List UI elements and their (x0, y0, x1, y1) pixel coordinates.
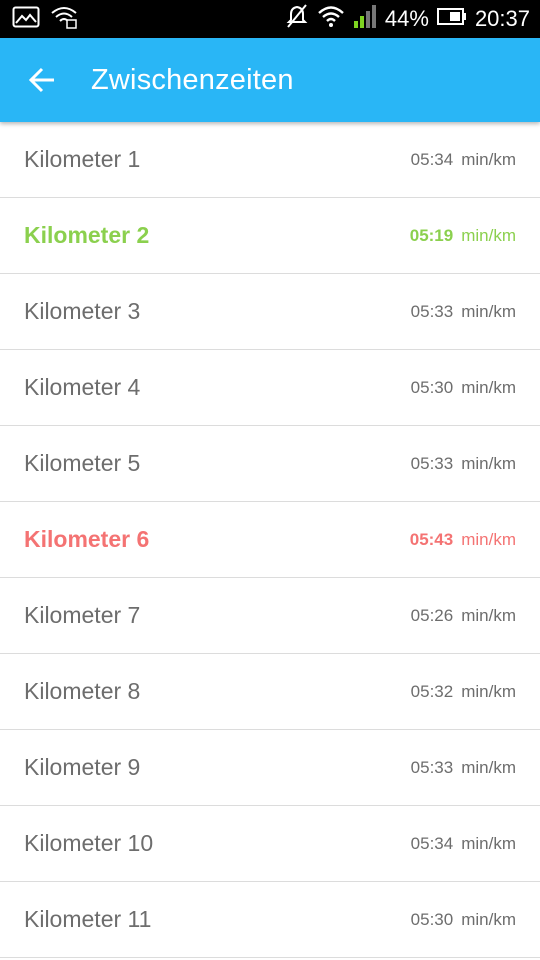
split-label: Kilometer 7 (24, 602, 141, 628)
split-time: 05:33 (410, 454, 454, 473)
split-pace: 05:30 min/km (411, 882, 516, 957)
split-row[interactable]: Kilometer 6 05:43 min/km (0, 502, 540, 578)
split-unit: min/km (461, 606, 516, 625)
status-right: 44% 20:37 (285, 0, 530, 38)
split-time: 05:32 (410, 682, 454, 701)
split-row[interactable]: Kilometer 4 05:30 min/km (0, 350, 540, 426)
split-pace: 05:19 min/km (410, 198, 516, 273)
split-pace: 05:34 min/km (411, 806, 516, 881)
split-label: Kilometer 10 (24, 830, 154, 856)
split-time: 05:33 (410, 758, 454, 777)
split-time: 05:43 (409, 530, 454, 549)
app-bar: Zwischenzeiten (0, 38, 540, 122)
split-time: 05:34 (410, 834, 454, 853)
split-unit: min/km (461, 302, 516, 321)
split-pace: 05:33 min/km (411, 730, 516, 805)
split-row[interactable]: Kilometer 3 05:33 min/km (0, 274, 540, 350)
split-time: 05:30 (410, 378, 454, 397)
status-left (12, 5, 78, 33)
split-pace: 05:33 min/km (411, 274, 516, 349)
split-row[interactable]: Kilometer 1 05:34 min/km (0, 122, 540, 198)
split-row[interactable]: Kilometer 5 05:33 min/km (0, 426, 540, 502)
status-bar: 44% 20:37 (0, 0, 540, 38)
split-label: Kilometer 6 (24, 526, 150, 552)
split-label: Kilometer 4 (24, 374, 141, 400)
split-unit: min/km (461, 530, 516, 549)
split-unit: min/km (461, 454, 516, 473)
split-label: Kilometer 1 (24, 146, 141, 172)
split-pace: 05:43 min/km (410, 502, 516, 577)
image-icon (12, 6, 40, 33)
split-label: Kilometer 8 (24, 678, 141, 704)
wifi-assist-icon (50, 5, 78, 34)
split-unit: min/km (461, 682, 516, 701)
battery-icon (436, 6, 467, 32)
wifi-icon (317, 4, 345, 34)
split-row[interactable]: Kilometer 2 05:19 min/km (0, 198, 540, 274)
split-label: Kilometer 3 (24, 298, 141, 324)
mute-icon (285, 3, 309, 35)
split-label: Kilometer 11 (24, 906, 152, 932)
split-pace: 05:34 min/km (411, 122, 516, 197)
split-pace: 05:30 min/km (411, 350, 516, 425)
signal-icon (353, 3, 377, 35)
split-row[interactable]: Kilometer 7 05:26 min/km (0, 578, 540, 654)
page-title: Zwischenzeiten (91, 64, 294, 96)
split-time: 05:19 (409, 226, 454, 245)
split-row[interactable]: Kilometer 8 05:32 min/km (0, 654, 540, 730)
split-time: 05:26 (410, 606, 454, 625)
split-unit: min/km (461, 910, 516, 929)
split-label: Kilometer 9 (24, 754, 141, 780)
split-unit: min/km (461, 758, 516, 777)
split-pace: 05:33 min/km (411, 426, 516, 501)
split-row[interactable]: Kilometer 9 05:33 min/km (0, 730, 540, 806)
split-pace: 05:26 min/km (411, 578, 516, 653)
split-time: 05:33 (410, 302, 454, 321)
split-unit: min/km (461, 378, 516, 397)
split-label: Kilometer 2 (24, 222, 150, 248)
split-time: 05:34 (410, 150, 454, 169)
split-row[interactable]: Kilometer 11 05:30 min/km (0, 882, 540, 958)
split-label: Kilometer 5 (24, 450, 141, 476)
split-time: 05:30 (410, 910, 454, 929)
battery-percent: 44% (384, 6, 429, 31)
split-unit: min/km (461, 150, 516, 169)
split-row[interactable]: Kilometer 10 05:34 min/km (0, 806, 540, 882)
arrow-left-icon (28, 67, 54, 93)
split-pace: 05:32 min/km (411, 654, 516, 729)
clock: 20:37 (474, 6, 530, 31)
back-button[interactable] (26, 62, 62, 98)
split-unit: min/km (461, 834, 516, 853)
split-unit: min/km (461, 226, 516, 245)
splits-list: Kilometer 1 05:34 min/km Kilometer 2 05:1… (0, 122, 540, 958)
